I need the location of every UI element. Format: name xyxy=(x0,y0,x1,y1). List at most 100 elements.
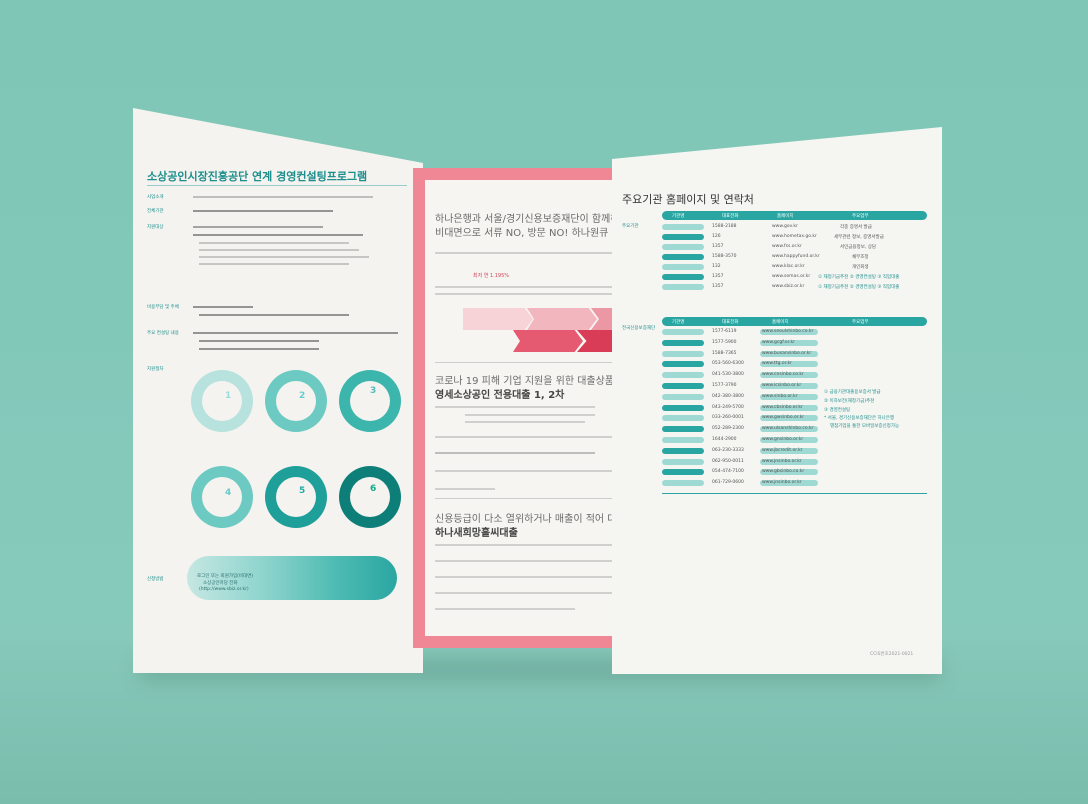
table-cell: www.jbcredit.or.kr xyxy=(762,447,803,453)
table1-header-cell: 기관명 xyxy=(672,214,685,219)
flow-arrow xyxy=(527,308,597,330)
table-cell: 062-950-0011 xyxy=(712,458,744,464)
text-line xyxy=(435,488,495,490)
rate-text: 최저 연 1.195% xyxy=(473,273,510,279)
table-cell: 1588-7365 xyxy=(712,350,737,356)
table-cell: www.gbsinbo.co.kr xyxy=(762,469,805,475)
divider xyxy=(662,493,927,494)
table-cell: 043-249-5700 xyxy=(712,404,744,410)
table-row xyxy=(662,224,704,230)
table-cell: www.gnsinbo.or.kr xyxy=(762,437,804,442)
table-row xyxy=(662,404,704,411)
label-content: 주요 컨설팅 내용 xyxy=(147,331,179,336)
table-row xyxy=(662,329,704,335)
table-cell: 1644-2900 xyxy=(712,437,737,442)
table-cell: 1357 xyxy=(712,244,724,249)
table-cell: www.sinbo.or.kr xyxy=(762,393,798,399)
text-line xyxy=(199,263,349,265)
table-row xyxy=(662,447,704,454)
step-number: 5 xyxy=(299,486,306,496)
heading1-line1: 하나은행과 서울/경기신용보증재단이 함께하는 xyxy=(435,214,629,225)
table-cell: 1577-3790 xyxy=(712,383,737,388)
table2-header-cell: 대표전화 xyxy=(722,320,739,325)
table1-header-cell: 대표전화 xyxy=(722,214,739,219)
text-line xyxy=(199,314,349,316)
text-line xyxy=(435,608,575,610)
table-cell: www.gcgf.or.kr xyxy=(762,339,796,345)
table-row xyxy=(662,274,704,280)
table-cell: 1588-2188 xyxy=(712,224,737,229)
table-row xyxy=(662,339,704,346)
table-cell: 061-729-0600 xyxy=(712,480,744,486)
table-cell: 서민금융정보, 상담 xyxy=(840,245,876,250)
right-brochure-panel: 주요기관 홈페이지 및 연락처 주요기관 전국신용보증재단 기관명 대표전화 홈… xyxy=(612,127,942,674)
table-cell: www.klac.or.kr xyxy=(772,264,805,269)
text-line xyxy=(199,249,359,251)
step-circle-3 xyxy=(339,370,401,432)
table2-header xyxy=(662,317,927,326)
step-number: 3 xyxy=(370,386,377,396)
text-line xyxy=(193,210,333,212)
text-line xyxy=(193,234,363,236)
table-cell: www.hometax.go.kr xyxy=(772,234,817,239)
text-line xyxy=(199,348,319,350)
step-circle-5 xyxy=(265,466,327,528)
text-line xyxy=(435,592,615,594)
table2-header-cell: 홈페이지 xyxy=(772,320,789,325)
table-cell: 세무관련 정보, 증명서발급 xyxy=(834,235,884,240)
step-circle-1 xyxy=(191,370,253,432)
right-panel-title: 주요기관 홈페이지 및 연락처 xyxy=(622,193,754,206)
step-circle-4 xyxy=(191,466,253,528)
table-row xyxy=(662,426,704,433)
text-line xyxy=(193,226,323,228)
text-line xyxy=(435,452,595,454)
table-row xyxy=(662,415,704,422)
table-cell: 053-560-6300 xyxy=(712,361,744,367)
table-row xyxy=(662,469,704,476)
text-line xyxy=(199,256,369,258)
table-row xyxy=(662,264,704,270)
table-cell: www.cnsinbo.co.kr xyxy=(762,372,804,378)
table-cell: 1577-6119 xyxy=(712,329,737,334)
note: 별첨기업을 통한 모바일보증신청가능 xyxy=(830,424,900,429)
table-cell: www.gwsinbo.or.kr xyxy=(762,415,805,421)
text-line xyxy=(465,421,585,423)
left-brochure-panel: 소상공인시장진흥공단 연계 경영컨설팅프로그램 사업소개 전체기관 지원대상 비… xyxy=(133,108,423,673)
heading2-line2: 영세소상공인 전용대출 1, 2차 xyxy=(435,390,565,401)
note: ① 금융기관대출용보증서 발급 xyxy=(824,390,881,395)
table-cell: 033-260-0001 xyxy=(712,415,744,421)
step-number: 2 xyxy=(299,391,306,401)
table2-header-cell: 기관명 xyxy=(672,320,685,325)
table-row xyxy=(662,244,704,250)
step-number: 6 xyxy=(370,484,377,494)
text-line xyxy=(465,414,595,416)
text-line xyxy=(193,306,253,308)
table-cell: www.happyfund.or.kr xyxy=(772,254,820,259)
table-cell: 1357 xyxy=(712,284,724,289)
note: ③ 경영컨설팅 xyxy=(824,408,851,413)
table-cell: 042-380-3800 xyxy=(712,393,744,399)
table-cell: 132 xyxy=(712,264,721,269)
label-procedure: 지원절차 xyxy=(147,367,164,372)
table-cell: 각종 증명서 발급 xyxy=(840,225,872,230)
table-cell: 1577-5900 xyxy=(712,339,737,345)
heading3-line2: 하나새희망홀씨대출 xyxy=(435,528,518,539)
table-cell: 1588-3570 xyxy=(712,254,737,259)
flow-arrow xyxy=(513,330,583,352)
table2-header-cell: 주요업무 xyxy=(852,320,869,325)
table-cell: 041-530-3800 xyxy=(712,372,744,378)
table-row xyxy=(662,361,704,368)
label-cost: 비용부담 및 주체 xyxy=(147,305,179,310)
table1-header xyxy=(662,211,927,220)
table-row xyxy=(662,383,704,389)
label-org: 전체기관 xyxy=(147,209,164,214)
table-cell: www.jnsinbo.or.kr xyxy=(762,480,802,486)
step-circle-2 xyxy=(265,370,327,432)
table-cell: www.seoulshinbo.co.kr xyxy=(762,329,814,334)
table-cell: 개인회생 xyxy=(852,265,869,270)
table-cell: www.gov.kr xyxy=(772,224,798,229)
apply-text: 로그인 또는 회원가입(비대면) xyxy=(197,574,254,579)
apply-text: 소상공인마당 전화 xyxy=(203,581,238,586)
step-number: 4 xyxy=(225,488,232,498)
text-line xyxy=(193,332,398,334)
